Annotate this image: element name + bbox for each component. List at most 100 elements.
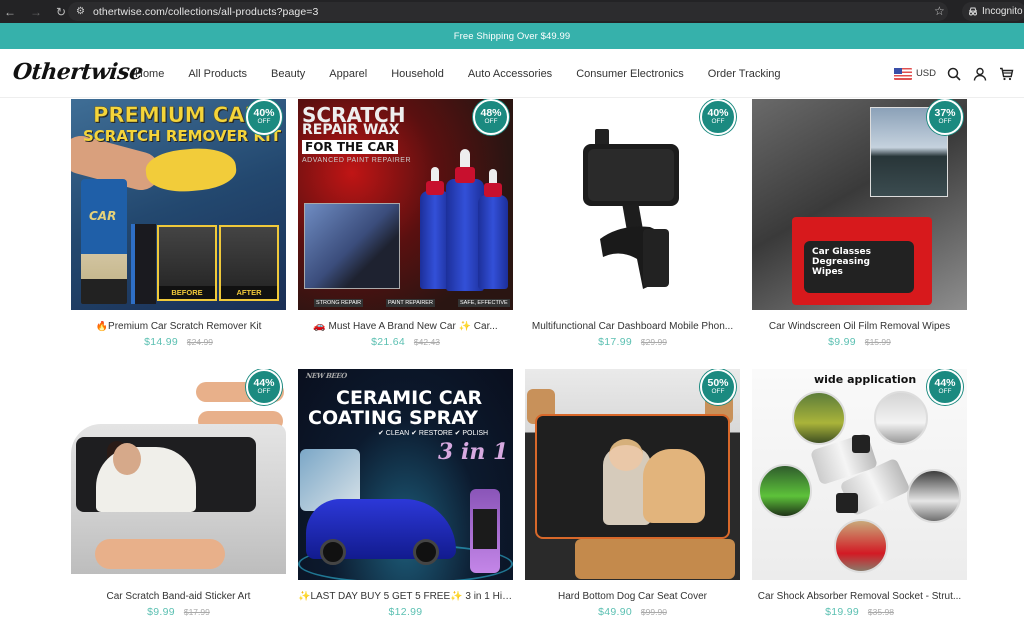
currency-selector[interactable]: USD bbox=[893, 67, 936, 80]
nav-order-tracking[interactable]: Order Tracking bbox=[708, 68, 781, 80]
bottle-cap bbox=[455, 167, 475, 183]
nav-beauty[interactable]: Beauty bbox=[271, 68, 305, 80]
spray-label bbox=[473, 509, 497, 549]
product-card[interactable]: NEW BEEO CERAMIC CAR COATING SPRAY ✔ CLE… bbox=[298, 369, 513, 639]
announcement-text: Free Shipping Over $49.99 bbox=[453, 30, 571, 42]
account-icon[interactable] bbox=[972, 66, 988, 82]
discount-percent: 40% bbox=[253, 107, 275, 119]
forward-arrow-icon[interactable]: → bbox=[30, 5, 42, 19]
product-card[interactable]: 40% OFF Multifunctional Car Dashboard Mo… bbox=[525, 99, 740, 369]
product-image[interactable]: Car Glasses Degreasing Wipes 37% OFF bbox=[752, 99, 967, 310]
product-card[interactable]: 50% OFF Hard Bottom Dog Car Seat Cover $… bbox=[525, 369, 740, 639]
product-card[interactable]: SCRATCH REPAIR WAX FOR THE CAR ADVANCED … bbox=[298, 99, 513, 369]
bandage-graphic bbox=[95, 539, 225, 569]
compare-price: $35.98 bbox=[867, 607, 894, 617]
search-icon[interactable] bbox=[946, 66, 962, 82]
discount-percent: 37% bbox=[934, 107, 956, 119]
compare-price: $24.99 bbox=[186, 337, 213, 347]
product-card[interactable]: 44% OFF Car Scratch Band-aid Sticker Art… bbox=[71, 369, 286, 639]
nav-apparel[interactable]: Apparel bbox=[329, 68, 367, 80]
product-prices: $14.99 $24.99 bbox=[71, 336, 286, 348]
nav-auto-accessories[interactable]: Auto Accessories bbox=[468, 68, 552, 80]
discount-badge: 44% OFF bbox=[927, 369, 963, 405]
girl-head bbox=[609, 439, 643, 471]
discount-off-label: OFF bbox=[711, 388, 725, 395]
wheel-graphic bbox=[413, 539, 439, 565]
image-subheadline: COATING SPRAY bbox=[308, 407, 478, 429]
product-image[interactable]: PREMIUM CAR SCRATCH REMOVER KIT CAR BEFO… bbox=[71, 99, 286, 310]
discount-percent: 48% bbox=[480, 107, 502, 119]
browser-toolbar: ← → ↻ ⚙ othertwise.com/collections/all-p… bbox=[0, 0, 1024, 23]
product-title[interactable]: 🔥Premium Car Scratch Remover Kit bbox=[71, 321, 286, 332]
nav-home[interactable]: Home bbox=[135, 68, 164, 80]
product-card[interactable]: Car Glasses Degreasing Wipes 37% OFF Car… bbox=[752, 99, 967, 369]
address-bar[interactable]: ⚙ othertwise.com/collections/all-product… bbox=[68, 2, 948, 21]
product-prices: $9.99 $17.99 bbox=[71, 606, 286, 618]
bottle-tip bbox=[460, 149, 470, 167]
site-settings-icon[interactable]: ⚙ bbox=[76, 6, 85, 17]
product-image[interactable]: 44% OFF bbox=[71, 369, 286, 580]
wheel-graphic bbox=[320, 539, 346, 565]
product-title[interactable]: ✨LAST DAY BUY 5 GET 5 FREE✨ 3 in 1 Hig..… bbox=[298, 591, 513, 602]
sale-price: $49.90 bbox=[598, 606, 632, 618]
product-image[interactable]: 40% OFF bbox=[525, 99, 740, 310]
applicator-pad bbox=[131, 224, 156, 304]
bottle-cap bbox=[484, 183, 502, 197]
product-title[interactable]: Hard Bottom Dog Car Seat Cover bbox=[525, 591, 740, 602]
site-logo[interactable]: Othertwise bbox=[12, 59, 144, 85]
us-flag-icon bbox=[893, 67, 912, 80]
bottle-tip bbox=[431, 167, 439, 181]
product-card[interactable]: wide application 44% OFF Car Shock Absor… bbox=[752, 369, 967, 639]
product-prices: $17.99 $29.99 bbox=[525, 336, 740, 348]
announcement-bar: Free Shipping Over $49.99 bbox=[0, 23, 1024, 49]
product-title[interactable]: Car Shock Absorber Removal Socket - Stru… bbox=[752, 591, 967, 602]
image-3in1: 3 in 1 bbox=[438, 439, 509, 465]
product-prices: $9.99 $15.99 bbox=[752, 336, 967, 348]
nav-household[interactable]: Household bbox=[391, 68, 444, 80]
discount-off-label: OFF bbox=[938, 118, 952, 125]
product-image[interactable]: 50% OFF bbox=[525, 369, 740, 580]
product-image[interactable]: SCRATCH REPAIR WAX FOR THE CAR ADVANCED … bbox=[298, 99, 513, 310]
url-text[interactable]: othertwise.com/collections/all-products?… bbox=[93, 6, 319, 18]
product-card[interactable]: PREMIUM CAR SCRATCH REMOVER KIT CAR BEFO… bbox=[71, 99, 286, 369]
bookmark-star-icon[interactable]: ☆ bbox=[934, 4, 945, 18]
discount-badge: 40% OFF bbox=[700, 99, 736, 135]
pack-label: Car Glasses Degreasing Wipes bbox=[812, 247, 871, 277]
nav-consumer-electronics[interactable]: Consumer Electronics bbox=[576, 68, 684, 80]
image-tagline: FOR THE CAR bbox=[302, 140, 398, 154]
browser-nav: ← → ↻ bbox=[0, 5, 66, 19]
bottle-cap bbox=[426, 181, 444, 195]
product-image[interactable]: wide application 44% OFF bbox=[752, 369, 967, 580]
product-title[interactable]: Car Scratch Band-aid Sticker Art bbox=[71, 591, 286, 602]
product-prices: $21.64 $42.43 bbox=[298, 336, 513, 348]
spray-bottle bbox=[470, 489, 500, 573]
bottle-tip bbox=[489, 169, 497, 183]
image-headline: CERAMIC CAR bbox=[336, 387, 483, 409]
discount-percent: 50% bbox=[707, 377, 729, 389]
back-arrow-icon[interactable]: ← bbox=[4, 5, 16, 19]
product-image[interactable]: NEW BEEO CERAMIC CAR COATING SPRAY ✔ CLE… bbox=[298, 369, 513, 580]
cart-icon[interactable] bbox=[998, 66, 1014, 82]
product-title[interactable]: 🚗 Must Have A Brand New Car ✨ Car... bbox=[298, 321, 513, 332]
nav-all-products[interactable]: All Products bbox=[188, 68, 247, 80]
incognito-indicator[interactable]: Incognito bbox=[962, 2, 1024, 21]
discount-off-label: OFF bbox=[938, 388, 952, 395]
image-checklist: ✔ CLEAN ✔ RESTORE ✔ POLISH bbox=[378, 430, 489, 437]
incognito-label: Incognito bbox=[982, 6, 1023, 17]
currency-code: USD bbox=[915, 68, 936, 79]
after-label: AFTER bbox=[221, 286, 277, 299]
brand-logo: NEW BEEO bbox=[305, 371, 348, 380]
discount-badge: 48% OFF bbox=[473, 99, 509, 135]
image-caption: ADVANCED PAINT REPAIRER bbox=[302, 157, 412, 164]
incognito-icon bbox=[969, 7, 977, 16]
product-tube: CAR bbox=[81, 179, 127, 304]
image-headline: wide application bbox=[814, 373, 917, 386]
dog-graphic bbox=[643, 449, 705, 523]
discount-badge: 50% OFF bbox=[700, 369, 736, 405]
product-title[interactable]: Multifunctional Car Dashboard Mobile Pho… bbox=[525, 321, 740, 332]
product-title[interactable]: Car Windscreen Oil Film Removal Wipes bbox=[752, 321, 967, 332]
sale-price: $21.64 bbox=[371, 336, 405, 348]
reload-icon[interactable]: ↻ bbox=[56, 5, 66, 19]
socket-nut bbox=[852, 435, 870, 453]
sale-price: $17.99 bbox=[598, 336, 632, 348]
